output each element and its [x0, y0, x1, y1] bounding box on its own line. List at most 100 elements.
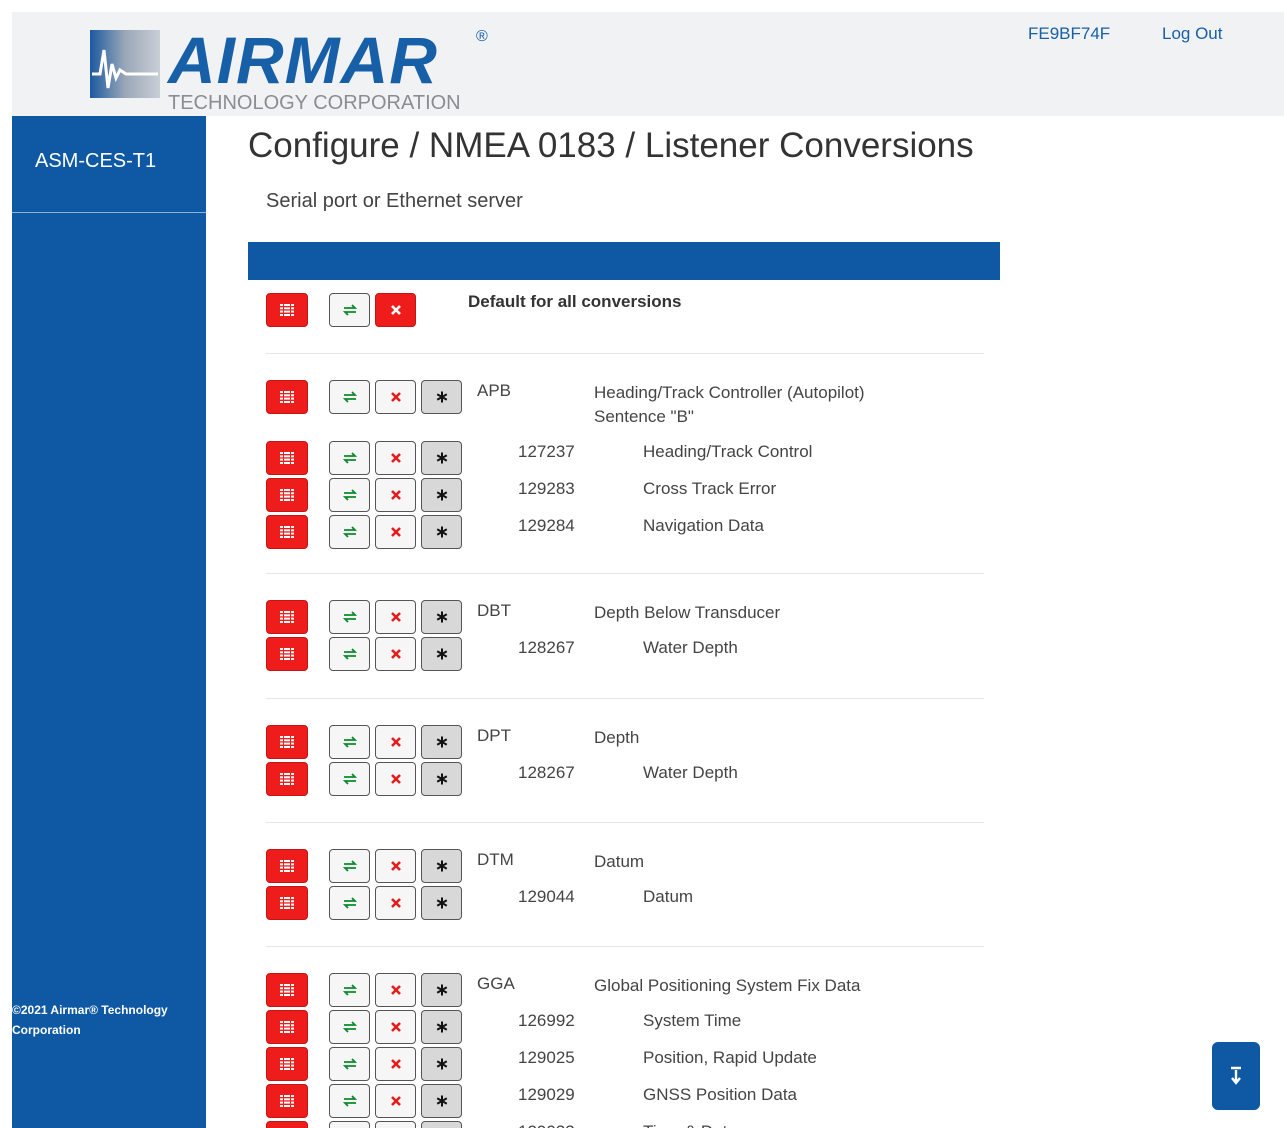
pgn-description: Cross Track Error — [643, 479, 777, 498]
pgn-gga-2-clear-button[interactable] — [375, 1084, 416, 1118]
default-conversions-label: Default for all conversions — [468, 292, 682, 311]
pgn-gga-3-wildcard-button[interactable] — [421, 1121, 462, 1128]
pgn-dtm-0-clear-button[interactable] — [375, 886, 416, 920]
conversion-list: Default for all conversions APB Heading/T… — [248, 0, 1008, 1128]
sentence-dpt-swap-button[interactable] — [329, 725, 370, 759]
pgn-apb-2-swap-button[interactable] — [329, 515, 370, 549]
pgn-gga-3-menu-button[interactable] — [266, 1121, 308, 1128]
asterisk-icon — [436, 1058, 447, 1070]
x-icon — [390, 1022, 401, 1032]
pgn-apb-0-menu-button[interactable] — [266, 441, 308, 475]
pgn-dtm-0-wildcard-button[interactable] — [421, 886, 462, 920]
row-divider — [266, 698, 984, 699]
swap-arrows-icon — [342, 391, 357, 403]
swap-arrows-icon — [342, 736, 357, 748]
pgn-apb-2-menu-button[interactable] — [266, 515, 308, 549]
pgn-apb-1-wildcard-button[interactable] — [421, 478, 462, 512]
pgn-dpt-0-menu-button[interactable] — [266, 762, 308, 796]
asterisk-icon — [436, 860, 447, 872]
pgn-apb-0-clear-button[interactable] — [375, 441, 416, 475]
pgn-gga-1-wildcard-button[interactable] — [421, 1047, 462, 1081]
sentence-dpt-menu-button[interactable] — [266, 725, 308, 759]
sentence-dtm-wildcard-button[interactable] — [421, 849, 462, 883]
pgn-apb-1-swap-button[interactable] — [329, 478, 370, 512]
sentence-apb-wildcard-button[interactable] — [421, 380, 462, 414]
pgn-gga-3-clear-button[interactable] — [375, 1121, 416, 1128]
x-icon — [390, 1059, 401, 1069]
pgn-dbt-0-clear-button[interactable] — [375, 637, 416, 671]
pgn-dtm-0-swap-button[interactable] — [329, 886, 370, 920]
sentence-code: DPT — [477, 726, 511, 745]
sentence-dtm-clear-button[interactable] — [375, 849, 416, 883]
sentence-apb-menu-button[interactable] — [266, 380, 308, 414]
sentence-dbt-wildcard-button[interactable] — [421, 600, 462, 634]
row-divider — [266, 822, 984, 823]
asterisk-icon — [436, 897, 447, 909]
x-icon — [390, 392, 401, 402]
pgn-apb-1-menu-button[interactable] — [266, 478, 308, 512]
sentence-dbt-swap-button[interactable] — [329, 600, 370, 634]
pgn-gga-0-menu-button[interactable] — [266, 1010, 308, 1044]
pgn-gga-1-clear-button[interactable] — [375, 1047, 416, 1081]
sentence-dtm-menu-button[interactable] — [266, 849, 308, 883]
pgn-gga-2-swap-button[interactable] — [329, 1084, 370, 1118]
sentence-dbt-menu-button[interactable] — [266, 600, 308, 634]
pgn-apb-0-wildcard-button[interactable] — [421, 441, 462, 475]
pgn-number: 127237 — [518, 442, 575, 461]
pgn-description: Time & Date — [643, 1122, 737, 1128]
row-divider — [266, 353, 984, 354]
pgn-gga-0-wildcard-button[interactable] — [421, 1010, 462, 1044]
sentence-gga-swap-button[interactable] — [329, 973, 370, 1007]
logout-link[interactable]: Log Out — [1162, 24, 1223, 44]
sentence-dpt-wildcard-button[interactable] — [421, 725, 462, 759]
pgn-apb-2-clear-button[interactable] — [375, 515, 416, 549]
pgn-gga-2-menu-button[interactable] — [266, 1084, 308, 1118]
sentence-description: Datum — [594, 852, 645, 871]
pgn-dpt-0-swap-button[interactable] — [329, 762, 370, 796]
pgn-apb-2-wildcard-button[interactable] — [421, 515, 462, 549]
pgn-description: Water Depth — [643, 638, 738, 657]
sentence-gga-menu-button[interactable] — [266, 973, 308, 1007]
default-clear-button[interactable] — [375, 293, 416, 327]
pgn-gga-0-swap-button[interactable] — [329, 1010, 370, 1044]
asterisk-icon — [436, 1021, 447, 1033]
list-menu-icon — [280, 391, 294, 403]
list-menu-icon — [280, 489, 294, 501]
list-menu-icon — [280, 1058, 294, 1070]
sidebar-device-title[interactable]: ASM-CES-T1 — [12, 150, 206, 173]
pgn-gga-3-swap-button[interactable] — [329, 1121, 370, 1128]
device-id[interactable]: FE9BF74F — [1028, 24, 1110, 44]
x-icon — [390, 490, 401, 500]
sentence-dtm-swap-button[interactable] — [329, 849, 370, 883]
asterisk-icon — [436, 1095, 447, 1107]
pgn-dbt-0-swap-button[interactable] — [329, 637, 370, 671]
swap-arrows-icon — [342, 860, 357, 872]
pgn-dbt-0-wildcard-button[interactable] — [421, 637, 462, 671]
pgn-dtm-0-menu-button[interactable] — [266, 886, 308, 920]
pgn-number: 129033 — [518, 1122, 575, 1128]
pgn-apb-0-swap-button[interactable] — [329, 441, 370, 475]
sentence-gga-clear-button[interactable] — [375, 973, 416, 1007]
sentence-dbt-clear-button[interactable] — [375, 600, 416, 634]
asterisk-icon — [436, 984, 447, 996]
sentence-apb-clear-button[interactable] — [375, 380, 416, 414]
pgn-gga-1-swap-button[interactable] — [329, 1047, 370, 1081]
pgn-dbt-0-menu-button[interactable] — [266, 637, 308, 671]
default-swap-button[interactable] — [329, 293, 370, 327]
default-menu-button[interactable] — [266, 293, 308, 327]
pgn-dpt-0-clear-button[interactable] — [375, 762, 416, 796]
sentence-gga-wildcard-button[interactable] — [421, 973, 462, 1007]
pgn-number: 129284 — [518, 516, 575, 535]
row-divider — [266, 573, 984, 574]
sentence-dpt-clear-button[interactable] — [375, 725, 416, 759]
pgn-gga-0-clear-button[interactable] — [375, 1010, 416, 1044]
asterisk-icon — [436, 452, 447, 464]
copyright-text: ©2021 Airmar® Technology Corporation — [12, 1003, 168, 1037]
sentence-description: Global Positioning System Fix Data — [594, 976, 861, 995]
pgn-dpt-0-wildcard-button[interactable] — [421, 762, 462, 796]
sentence-apb-swap-button[interactable] — [329, 380, 370, 414]
pgn-gga-1-menu-button[interactable] — [266, 1047, 308, 1081]
scroll-down-button[interactable] — [1212, 1042, 1260, 1110]
pgn-apb-1-clear-button[interactable] — [375, 478, 416, 512]
pgn-gga-2-wildcard-button[interactable] — [421, 1084, 462, 1118]
